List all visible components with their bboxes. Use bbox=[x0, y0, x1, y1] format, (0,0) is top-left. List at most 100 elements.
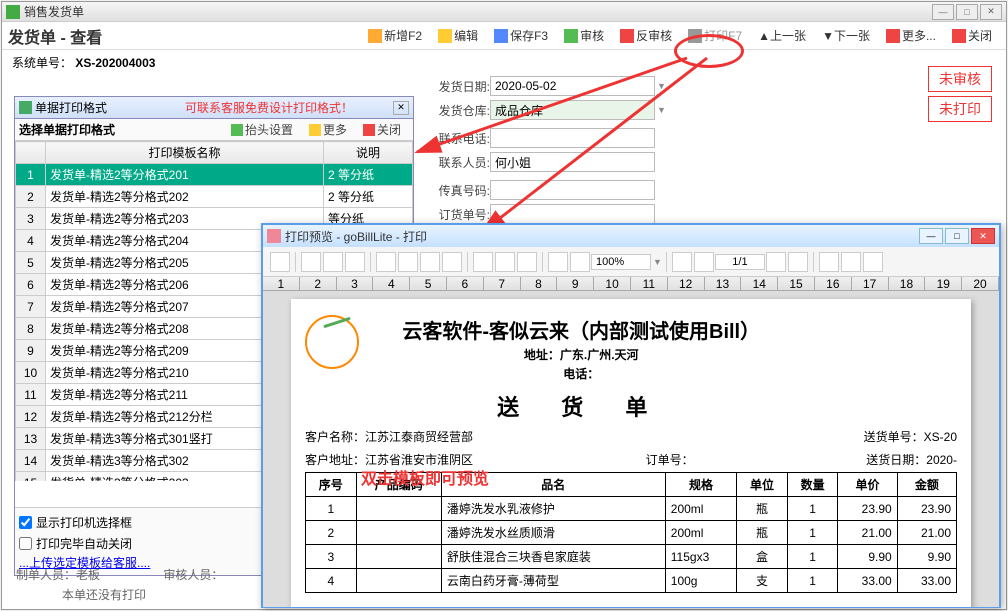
col-template-name[interactable]: 打印模板名称 bbox=[46, 142, 324, 164]
zoom-input[interactable] bbox=[591, 254, 651, 270]
contact-label: 联系人员: bbox=[430, 154, 490, 171]
app-icon bbox=[6, 5, 20, 19]
footer-noprint: 本单还没有打印 bbox=[62, 586, 146, 603]
fax-input[interactable] bbox=[490, 180, 655, 200]
contact-input[interactable] bbox=[490, 152, 655, 172]
more-button[interactable]: 更多... bbox=[880, 25, 942, 46]
delivery-date: 2020- bbox=[926, 453, 957, 467]
pv-pdf-icon[interactable] bbox=[420, 252, 440, 272]
status-badges: 未审核 未打印 bbox=[928, 66, 992, 126]
pv-tool-6[interactable] bbox=[495, 252, 515, 272]
next-button-label: 下一张 bbox=[834, 27, 870, 44]
orderno-input[interactable] bbox=[490, 204, 655, 224]
col-template-desc[interactable]: 说明 bbox=[323, 142, 412, 164]
cust-name-label: 客户名称： bbox=[305, 430, 365, 444]
unprinted-badge: 未打印 bbox=[928, 96, 992, 122]
delivery-no: XS-20 bbox=[924, 430, 957, 444]
unaudited-badge: 未审核 bbox=[928, 66, 992, 92]
pv-tool-7[interactable] bbox=[517, 252, 537, 272]
print-preview-window: 打印预览 - goBillLite - 打印 — □ ✕ ▼ bbox=[261, 223, 1001, 608]
doc-title: 送 货 单 bbox=[402, 390, 760, 422]
footer-maker: 制单人员：老板 bbox=[16, 568, 100, 582]
close-template-button[interactable]: 关闭 bbox=[357, 120, 407, 139]
pv-layout-icon[interactable] bbox=[345, 252, 365, 272]
warehouse-input[interactable] bbox=[490, 100, 655, 120]
pv-last-page[interactable] bbox=[788, 252, 808, 272]
page-input[interactable] bbox=[715, 254, 765, 270]
panel-hint: 可联系客服免费设计打印格式！ bbox=[185, 99, 353, 116]
page-heading: 发货单 - 查看 bbox=[8, 24, 360, 48]
save-button-label: 保存F3 bbox=[510, 27, 548, 44]
more-button-label: 更多... bbox=[902, 27, 936, 44]
print-button[interactable]: 打印F7 bbox=[682, 25, 748, 46]
footer-auditor: 审核人员： bbox=[163, 568, 223, 582]
date-input[interactable] bbox=[490, 76, 655, 96]
delivery-items-table: 序号产品编码品名规格单位数量单价金额 1潘婷洗发水乳液修护200ml瓶123.9… bbox=[305, 472, 957, 593]
select-template-label: 选择单据打印格式 bbox=[19, 121, 115, 138]
unaudit-button-label: 反审核 bbox=[636, 27, 672, 44]
minimize-button[interactable]: — bbox=[932, 4, 954, 20]
delivery-row: 2潘婷洗发水丝质顺滑200ml瓶121.0021.00 bbox=[306, 521, 957, 545]
orderno-label: 订货单号: bbox=[430, 206, 490, 223]
sysno-label: 系统单号： bbox=[12, 56, 72, 70]
pv-mail-icon[interactable] bbox=[442, 252, 462, 272]
footer-info: 制单人员：老板 审核人员： bbox=[16, 566, 223, 583]
audit-button[interactable]: 审核 bbox=[558, 25, 610, 46]
delivery-no-label: 送货单号： bbox=[864, 430, 924, 444]
pv-tool-8[interactable] bbox=[841, 252, 861, 272]
panel-close-button[interactable]: ✕ bbox=[393, 101, 409, 115]
horizontal-ruler: 1234567891011121314151617181920 bbox=[263, 277, 999, 291]
company-logo bbox=[305, 315, 359, 369]
more-template-button[interactable]: 更多 bbox=[303, 120, 353, 139]
panel-icon bbox=[19, 101, 32, 114]
prev-button[interactable]: ▲上一张 bbox=[752, 25, 812, 46]
window-title: 销售发货单 bbox=[24, 3, 932, 20]
close-page-label: 关闭 bbox=[968, 27, 992, 44]
pv-next-page[interactable] bbox=[766, 252, 786, 272]
preview-close[interactable]: ✕ bbox=[971, 228, 995, 244]
company-phone: 电话： bbox=[563, 367, 599, 381]
new-button-label: 新增F2 bbox=[384, 27, 422, 44]
maximize-button[interactable]: □ bbox=[956, 4, 978, 20]
preview-maximize[interactable]: □ bbox=[945, 228, 969, 244]
phone-input[interactable] bbox=[490, 128, 655, 148]
pv-hand-icon[interactable] bbox=[819, 252, 839, 272]
pv-print-icon[interactable] bbox=[301, 252, 321, 272]
pv-prev-page[interactable] bbox=[694, 252, 714, 272]
company-address: 地址：广东.广州.天河 bbox=[524, 348, 639, 362]
panel-title: 单据打印格式 bbox=[35, 99, 185, 116]
pv-tool-5[interactable] bbox=[473, 252, 493, 272]
new-button[interactable]: 新增F2 bbox=[362, 25, 428, 46]
unaudit-button[interactable]: 反审核 bbox=[614, 25, 678, 46]
cust-name: 江苏江泰商贸经营部 bbox=[365, 430, 473, 444]
dblclick-hint: 双击模板即可预览 bbox=[361, 465, 489, 489]
preview-minimize[interactable]: — bbox=[919, 228, 943, 244]
next-button[interactable]: ▼下一张 bbox=[816, 25, 876, 46]
main-title-bar: 销售发货单 — □ ✕ bbox=[2, 2, 1006, 22]
delivery-row: 3舒肤佳混合三块香皂家庭装115gx3盒19.909.90 bbox=[306, 545, 957, 569]
delivery-row: 1潘婷洗发水乳液修护200ml瓶123.9023.90 bbox=[306, 497, 957, 521]
edit-button[interactable]: 编辑 bbox=[432, 25, 484, 46]
pv-zoom-out-icon[interactable] bbox=[570, 252, 590, 272]
warehouse-label: 发货仓库: bbox=[430, 102, 490, 119]
template-row[interactable]: 2发货单-精选2等分格式2022 等分纸 bbox=[16, 186, 413, 208]
close-button[interactable]: ✕ bbox=[980, 4, 1002, 20]
preview-title: 打印预览 - goBillLite - 打印 bbox=[285, 228, 919, 245]
prev-button-label: 上一张 bbox=[770, 27, 806, 44]
pv-book-icon[interactable] bbox=[323, 252, 343, 272]
document-page: 双击模板即可预览 云客软件-客似云来（内部测试使用Bill） 地址：广东.广州.… bbox=[291, 299, 971, 607]
save-button[interactable]: 保存F3 bbox=[488, 25, 554, 46]
audit-button-label: 审核 bbox=[580, 27, 604, 44]
pv-first-page[interactable] bbox=[672, 252, 692, 272]
pv-tool-2[interactable] bbox=[398, 252, 418, 272]
pv-tool-9[interactable] bbox=[863, 252, 883, 272]
pv-tool-1[interactable] bbox=[376, 252, 396, 272]
pv-zoom-in-icon[interactable] bbox=[548, 252, 568, 272]
close-page-button[interactable]: 关闭 bbox=[946, 25, 998, 46]
delivery-row: 4云南白药牙膏-薄荷型100g支133.0033.00 bbox=[306, 569, 957, 593]
pv-open-icon[interactable] bbox=[270, 252, 290, 272]
header-setting-button[interactable]: 抬头设置 bbox=[225, 120, 299, 139]
order-no-doc-label: 订单号： bbox=[646, 453, 694, 467]
template-row[interactable]: 1发货单-精选2等分格式2012 等分纸 bbox=[16, 164, 413, 186]
preview-toolbar: ▼ bbox=[263, 247, 999, 277]
